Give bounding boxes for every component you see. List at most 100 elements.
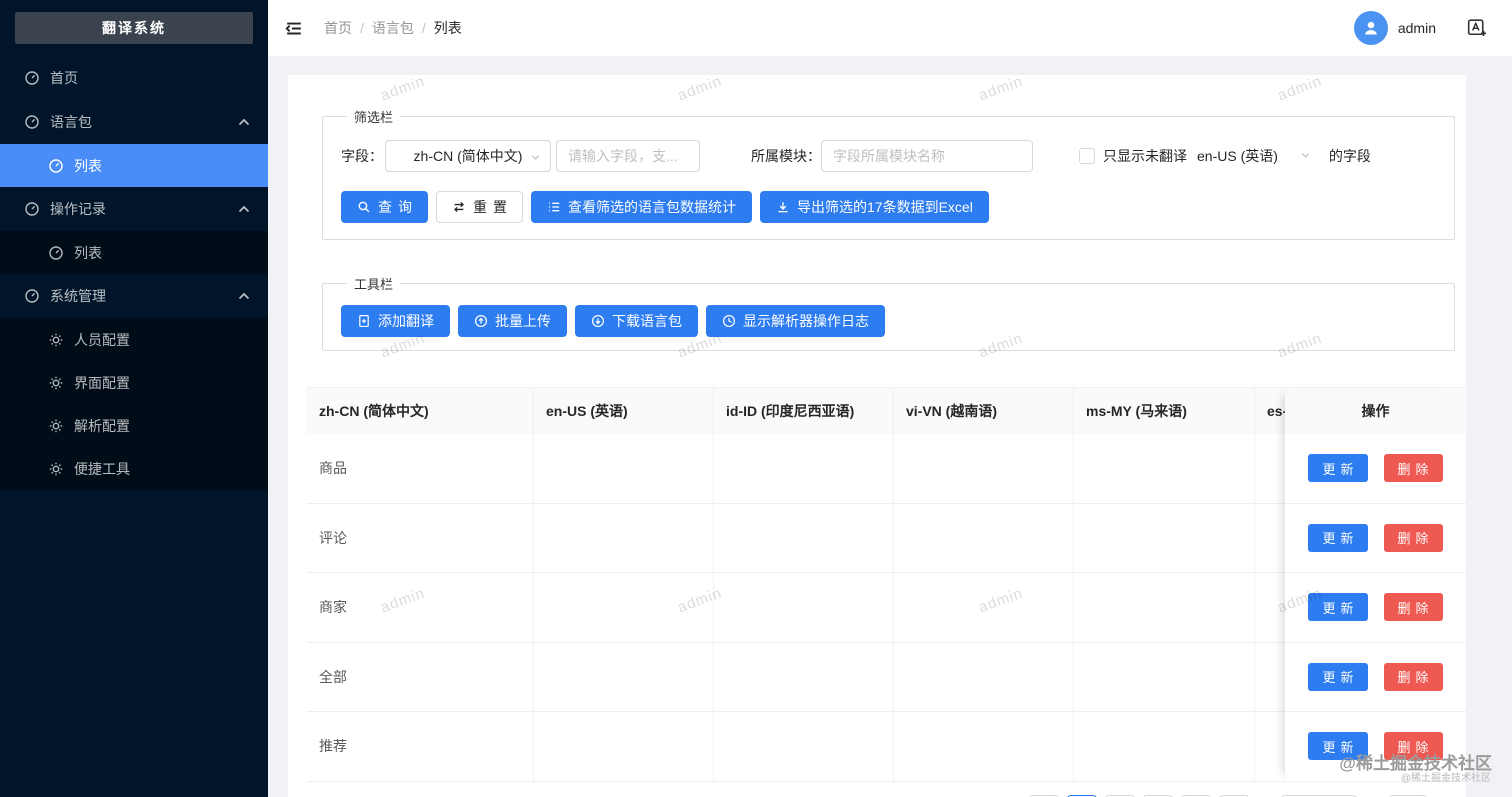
topbar: 首页 / 语言包 / 列表 admin <box>268 0 1512 57</box>
chevron-down-icon <box>530 150 541 166</box>
reset-button[interactable]: 重置 <box>436 191 523 223</box>
sidebar-group-operation-log[interactable]: 操作记录 <box>0 187 268 231</box>
module-input[interactable] <box>821 140 1033 172</box>
sidebar-item-parser-config[interactable]: 解析配置 <box>0 404 268 447</box>
sidebar-item-label: 便捷工具 <box>74 460 130 477</box>
breadcrumb-language-pack[interactable]: 语言包 <box>372 18 414 38</box>
column-header: id-ID (印度尼西亚语) <box>714 388 894 434</box>
topbar-right: admin <box>1353 11 1488 45</box>
sidebar-item-label: 界面配置 <box>74 374 130 391</box>
field-language-select[interactable]: zh-CN (简体中文) <box>385 140 551 172</box>
query-button-label: 查询 <box>378 199 418 215</box>
upload-icon <box>474 314 488 328</box>
app-window: 翻译系统 首页 语言包 列表 操作记录 列表 系统管理 人员配置 界面配置 解析… <box>0 0 1512 797</box>
show-parser-log-button[interactable]: 显示解析器操作日志 <box>706 305 885 337</box>
download-circle-icon <box>591 314 605 328</box>
menu-fold-icon[interactable] <box>283 19 302 38</box>
update-button[interactable]: 更新 <box>1308 593 1368 622</box>
delete-button[interactable]: 删除 <box>1383 662 1443 691</box>
table-cell <box>1074 503 1255 572</box>
sidebar-group-system-management[interactable]: 系统管理 <box>0 274 268 318</box>
sidebar-item-staff-config[interactable]: 人员配置 <box>0 318 268 361</box>
breadcrumb-separator: / <box>421 20 426 36</box>
breadcrumb-home[interactable]: 首页 <box>324 18 352 38</box>
update-button[interactable]: 更新 <box>1308 454 1368 483</box>
table-cell <box>534 712 714 781</box>
table-cell <box>714 434 894 503</box>
user-avatar[interactable] <box>1353 11 1388 45</box>
dashboard-icon <box>48 158 64 174</box>
sidebar-item-ui-config[interactable]: 界面配置 <box>0 361 268 404</box>
stats-button[interactable]: 查看筛选的语言包数据统计 <box>531 191 752 223</box>
table-cell: 推荐 <box>307 712 534 781</box>
action-cell: 更新 删除 <box>1285 643 1466 712</box>
table-cell <box>894 434 1074 503</box>
filter-panel: 筛选栏 字段： zh-CN (简体中文) 所属模块： 只显示未翻译 <box>322 107 1455 240</box>
delete-button[interactable]: 删除 <box>1383 593 1443 622</box>
sidebar-item-label: 系统管理 <box>50 288 106 304</box>
breadcrumb: 首页 / 语言包 / 列表 <box>324 18 462 38</box>
export-excel-button[interactable]: 导出筛选的17条数据到Excel <box>760 191 989 223</box>
download-langpack-button[interactable]: 下载语言包 <box>575 305 698 337</box>
chevron-up-icon <box>236 114 252 130</box>
table-cell: 全部 <box>307 642 534 711</box>
table-cell <box>1074 573 1255 642</box>
update-button[interactable]: 更新 <box>1308 662 1368 691</box>
list-icon <box>549 202 560 212</box>
sidebar-submenu-language-pack: 列表 <box>0 144 268 187</box>
batch-upload-button[interactable]: 批量上传 <box>458 305 567 337</box>
untranslated-checkbox-label: 只显示未翻译 <box>1103 148 1187 164</box>
delete-button[interactable]: 删除 <box>1383 454 1443 483</box>
translate-icon[interactable] <box>1466 17 1488 39</box>
language-pack-table: zh-CN (简体中文) en-US (英语) id-ID (印度尼西亚语) vi-V… <box>307 387 1466 782</box>
table-cell <box>714 712 894 781</box>
sidebar: 翻译系统 首页 语言包 列表 操作记录 列表 系统管理 人员配置 界面配置 解析… <box>0 0 268 797</box>
content-card: 筛选栏 字段： zh-CN (简体中文) 所属模块： 只显示未翻译 <box>288 75 1466 797</box>
swap-icon <box>454 201 464 213</box>
filter-buttons: 查询 重置 查看筛选的语言包数据统计 导出筛选的17条数据到Excel <box>341 191 1436 223</box>
update-button[interactable]: 更新 <box>1308 732 1368 761</box>
action-cell: 更新 删除 <box>1285 504 1466 573</box>
untranslated-language-select[interactable]: en-US (英语) <box>1197 146 1311 166</box>
column-header: vi-VN (越南语) <box>894 388 1074 434</box>
table-cell <box>1074 434 1255 503</box>
query-button[interactable]: 查询 <box>341 191 428 223</box>
sidebar-item-language-pack-list[interactable]: 列表 <box>0 144 268 187</box>
add-translation-button[interactable]: 添加翻译 <box>341 305 450 337</box>
sidebar-item-label: 人员配置 <box>74 331 130 348</box>
clock-icon <box>722 314 736 328</box>
chevron-down-icon <box>1300 148 1311 164</box>
sidebar-item-quick-tools[interactable]: 便捷工具 <box>0 447 268 490</box>
sidebar-item-label: 语言包 <box>50 114 92 130</box>
gear-icon <box>48 418 64 434</box>
sidebar-menu: 首页 语言包 列表 操作记录 列表 系统管理 人员配置 界面配置 解析配置 便捷… <box>0 56 268 490</box>
sidebar-item-operation-log-list[interactable]: 列表 <box>0 231 268 274</box>
delete-button[interactable]: 删除 <box>1383 523 1443 552</box>
toolbar-buttons: 添加翻译 批量上传 下载语言包 显示解析器操作日志 <box>341 305 1436 337</box>
show-parser-log-label: 显示解析器操作日志 <box>743 313 869 329</box>
table-fixed-action-column: 操作 更新 删除 更新 删除 更新 删除 更新 删除 更新 删除 <box>1285 387 1466 782</box>
gear-icon <box>48 375 64 391</box>
action-cell: 更新 删除 <box>1285 434 1466 504</box>
gear-icon <box>48 461 64 477</box>
breadcrumb-current: 列表 <box>433 20 462 36</box>
app-title: 翻译系统 <box>15 12 253 44</box>
action-column-header: 操作 <box>1285 387 1466 434</box>
column-header: en-US (英语) <box>534 388 714 434</box>
field-keyword-input[interactable] <box>556 140 700 172</box>
table-cell: 商品 <box>307 434 534 503</box>
sidebar-group-language-pack[interactable]: 语言包 <box>0 100 268 144</box>
untranslated-suffix-label: 的字段 <box>1328 148 1371 164</box>
toolbar-panel: 工具栏 添加翻译 批量上传 下载语言包 显示解析器操作日志 <box>322 274 1455 351</box>
delete-button[interactable]: 删除 <box>1383 732 1443 761</box>
untranslated-language-value: en-US (英语) <box>1197 148 1278 164</box>
toolbar-panel-legend: 工具栏 <box>354 277 394 292</box>
action-cell: 更新 删除 <box>1285 573 1466 643</box>
sidebar-item-home[interactable]: 首页 <box>0 56 268 100</box>
filter-panel-legend: 筛选栏 <box>354 110 394 125</box>
table-cell <box>534 642 714 711</box>
untranslated-checkbox[interactable] <box>1079 148 1095 164</box>
module-label: 所属模块： <box>751 148 821 164</box>
search-icon <box>358 201 370 213</box>
update-button[interactable]: 更新 <box>1308 523 1368 552</box>
